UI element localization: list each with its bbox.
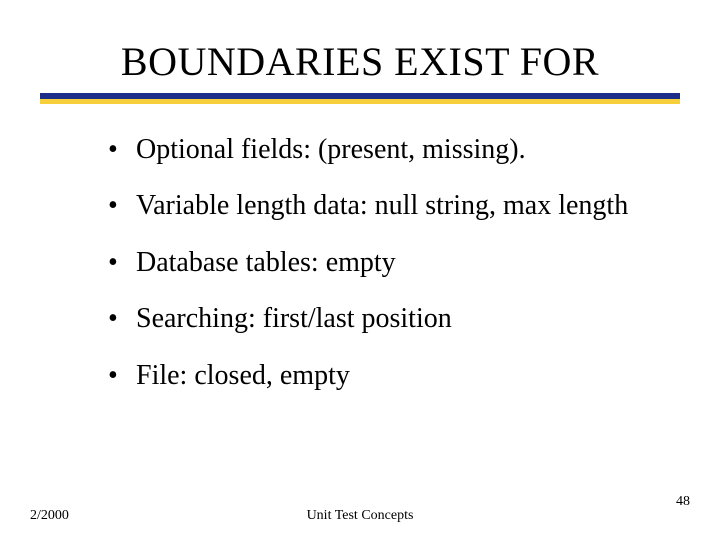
bullet-icon: • xyxy=(108,301,136,337)
bullet-icon: • xyxy=(108,188,136,224)
bullet-icon: • xyxy=(108,245,136,281)
footer-date: 2/2000 xyxy=(30,508,69,524)
slide-content: • Optional fields: (present, missing). •… xyxy=(0,104,720,394)
bullet-text: Variable length data: null string, max l… xyxy=(136,188,660,224)
bullet-icon: • xyxy=(108,132,136,168)
list-item: • Database tables: empty xyxy=(108,245,660,281)
slide-title: BOUNDARIES EXIST FOR xyxy=(0,38,720,85)
bullet-text: Searching: first/last position xyxy=(136,301,660,337)
title-divider xyxy=(40,93,680,104)
bullet-text: Optional fields: (present, missing). xyxy=(136,132,660,168)
bullet-icon: • xyxy=(108,358,136,394)
footer-title: Unit Test Concepts xyxy=(307,508,414,524)
list-item: • File: closed, empty xyxy=(108,358,660,394)
list-item: • Optional fields: (present, missing). xyxy=(108,132,660,168)
footer-page-number: 48 xyxy=(676,494,690,510)
bullet-text: Database tables: empty xyxy=(136,245,660,281)
list-item: • Variable length data: null string, max… xyxy=(108,188,660,224)
bullet-text: File: closed, empty xyxy=(136,358,660,394)
list-item: • Searching: first/last position xyxy=(108,301,660,337)
slide-footer: 2/2000 Unit Test Concepts 48 xyxy=(0,494,720,524)
slide: BOUNDARIES EXIST FOR • Optional fields: … xyxy=(0,0,720,540)
